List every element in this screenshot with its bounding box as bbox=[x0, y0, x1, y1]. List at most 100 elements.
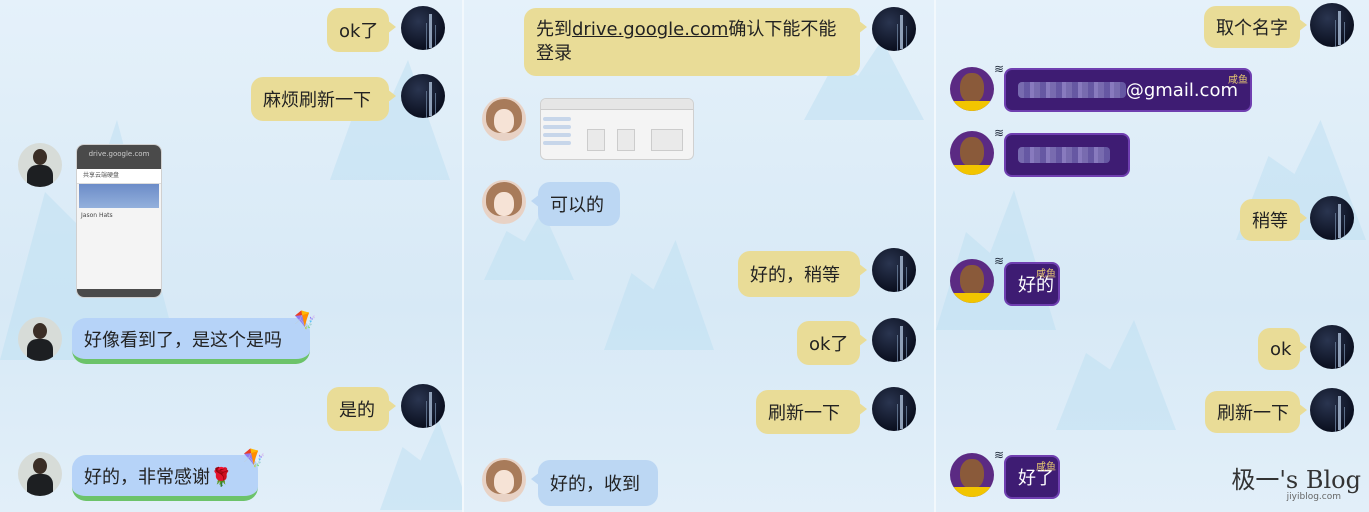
blog-watermark: 极一's Blog bbox=[1231, 466, 1361, 494]
avatar[interactable] bbox=[401, 6, 445, 50]
avatar[interactable] bbox=[950, 131, 994, 175]
redacted-email bbox=[1018, 82, 1126, 98]
badge-label: 咸鱼 bbox=[1036, 462, 1056, 473]
phone-url-bar: drive.google.com bbox=[77, 145, 161, 169]
avatar[interactable] bbox=[1310, 325, 1354, 369]
avatar-body bbox=[27, 165, 53, 187]
message-text: 刷新一下 bbox=[1217, 403, 1289, 424]
message-text: 好的，稍等 bbox=[750, 265, 840, 286]
message-bubble[interactable]: @gmail.com 咸鱼 bbox=[1004, 68, 1252, 112]
message-text: 稍等 bbox=[1252, 211, 1288, 232]
avatar-head bbox=[33, 323, 47, 339]
browser-card bbox=[587, 129, 605, 151]
message-bubble[interactable]: 可以的 bbox=[531, 182, 620, 226]
iceberg-decoration bbox=[1056, 320, 1176, 430]
message-text: 先到drive.google.com确认下能不能登录 bbox=[536, 19, 837, 64]
chat-panel-3: 取个名字 ≋ @gmail.com 咸鱼 ≋ 稍等 ≋ 好的 咸鱼 ok 刷新一… bbox=[936, 0, 1369, 512]
avatar[interactable] bbox=[401, 384, 445, 428]
avatar-shirt bbox=[954, 101, 990, 111]
badge-label: 咸鱼 bbox=[1228, 75, 1248, 86]
blog-watermark-url: jiyiblog.com bbox=[1286, 492, 1341, 502]
avatar[interactable] bbox=[482, 97, 526, 141]
message-bubble[interactable]: ok bbox=[1258, 328, 1307, 370]
message-text: 好像看到了，是这个是吗 bbox=[84, 329, 282, 351]
message-text: @gmail.com bbox=[1125, 79, 1238, 101]
message-bubble[interactable]: 好像看到了，是这个是吗 bbox=[72, 318, 310, 364]
phone-nav-bar bbox=[77, 289, 161, 297]
wifi-icon: ≋ bbox=[994, 254, 1005, 268]
avatar-face bbox=[960, 73, 984, 103]
avatar-body bbox=[27, 474, 53, 496]
avatar[interactable] bbox=[18, 317, 62, 361]
avatar[interactable] bbox=[18, 452, 62, 496]
avatar-body bbox=[27, 339, 53, 361]
avatar[interactable] bbox=[872, 387, 916, 431]
message-text: 好的，收到 bbox=[550, 474, 640, 495]
message-bubble[interactable]: 麻烦刷新一下 bbox=[251, 77, 396, 121]
avatar-face bbox=[960, 265, 984, 295]
message-bubble[interactable]: 好的，稍等 bbox=[738, 251, 867, 297]
message-bubble[interactable]: 刷新一下 bbox=[1205, 391, 1307, 433]
browser-sidebar bbox=[543, 113, 571, 155]
message-text: 是的 bbox=[339, 400, 375, 421]
kite-icon: 🪁 bbox=[294, 310, 317, 331]
message-text: ok了 bbox=[809, 334, 849, 355]
avatar[interactable] bbox=[950, 259, 994, 303]
phone-banner bbox=[79, 184, 159, 208]
avatar[interactable] bbox=[1310, 3, 1354, 47]
iceberg-decoration bbox=[604, 240, 714, 350]
avatar-shirt bbox=[954, 165, 990, 175]
browser-tab-bar bbox=[541, 99, 693, 110]
message-text: 好的，非常感谢🌹 bbox=[84, 466, 233, 488]
avatar[interactable] bbox=[482, 458, 526, 502]
message-bubble[interactable]: 是的 bbox=[327, 387, 396, 431]
message-text: ok bbox=[1270, 338, 1292, 360]
message-text: 刷新一下 bbox=[768, 403, 840, 424]
redacted-text bbox=[1018, 147, 1110, 163]
avatar[interactable] bbox=[18, 143, 62, 187]
drive-link[interactable]: drive.google.com bbox=[572, 19, 728, 40]
avatar[interactable] bbox=[950, 67, 994, 111]
avatar[interactable] bbox=[401, 74, 445, 118]
wifi-icon: ≋ bbox=[994, 126, 1005, 140]
chat-panel-1: ok了 麻烦刷新一下 drive.google.com 共享云端硬盘 Jason… bbox=[0, 0, 462, 512]
avatar[interactable] bbox=[872, 7, 916, 51]
wifi-icon: ≋ bbox=[994, 62, 1005, 76]
avatar-shirt bbox=[954, 293, 990, 303]
browser-screenshot-image[interactable] bbox=[540, 98, 694, 160]
message-bubble[interactable]: 好的 咸鱼 bbox=[1004, 262, 1060, 306]
message-bubble[interactable]: 好的，非常感谢🌹 bbox=[72, 455, 258, 501]
message-bubble[interactable]: 好了 咸鱼 bbox=[1004, 455, 1060, 499]
chat-panel-2: 先到drive.google.com确认下能不能登录 可以的 好的，稍等 ok了… bbox=[464, 0, 934, 512]
message-bubble[interactable]: ok了 bbox=[797, 321, 867, 365]
avatar[interactable] bbox=[872, 248, 916, 292]
message-text: 麻烦刷新一下 bbox=[263, 90, 371, 111]
phone-screenshot-image[interactable]: drive.google.com 共享云端硬盘 Jason Hats bbox=[76, 144, 162, 298]
message-bubble[interactable]: 稍等 bbox=[1240, 199, 1307, 241]
message-text: ok了 bbox=[339, 21, 379, 42]
message-bubble[interactable]: 刷新一下 bbox=[756, 390, 867, 434]
kite-icon: 🪁 bbox=[243, 448, 266, 469]
message-bubble[interactable]: 好的，收到 bbox=[531, 460, 658, 506]
message-text: 可以的 bbox=[550, 195, 604, 216]
avatar[interactable] bbox=[950, 453, 994, 497]
message-bubble[interactable]: 先到drive.google.com确认下能不能登录 bbox=[524, 8, 867, 76]
message-bubble[interactable]: 取个名字 bbox=[1204, 6, 1307, 48]
message-text: 取个名字 bbox=[1216, 18, 1288, 39]
message-bubble[interactable]: ok了 bbox=[327, 8, 396, 52]
browser-card bbox=[617, 129, 635, 151]
avatar[interactable] bbox=[872, 318, 916, 362]
avatar-face bbox=[960, 459, 984, 489]
browser-card bbox=[651, 129, 683, 151]
avatar[interactable] bbox=[1310, 196, 1354, 240]
avatar-head bbox=[33, 149, 47, 165]
avatar[interactable] bbox=[1310, 388, 1354, 432]
iceberg-decoration bbox=[380, 420, 462, 510]
avatar-head bbox=[33, 458, 47, 474]
message-bubble[interactable] bbox=[1004, 133, 1130, 177]
phone-page-title: 共享云端硬盘 bbox=[77, 169, 161, 184]
avatar[interactable] bbox=[482, 180, 526, 224]
avatar-face bbox=[960, 137, 984, 167]
badge-label: 咸鱼 bbox=[1036, 269, 1056, 280]
avatar-face bbox=[494, 470, 514, 494]
